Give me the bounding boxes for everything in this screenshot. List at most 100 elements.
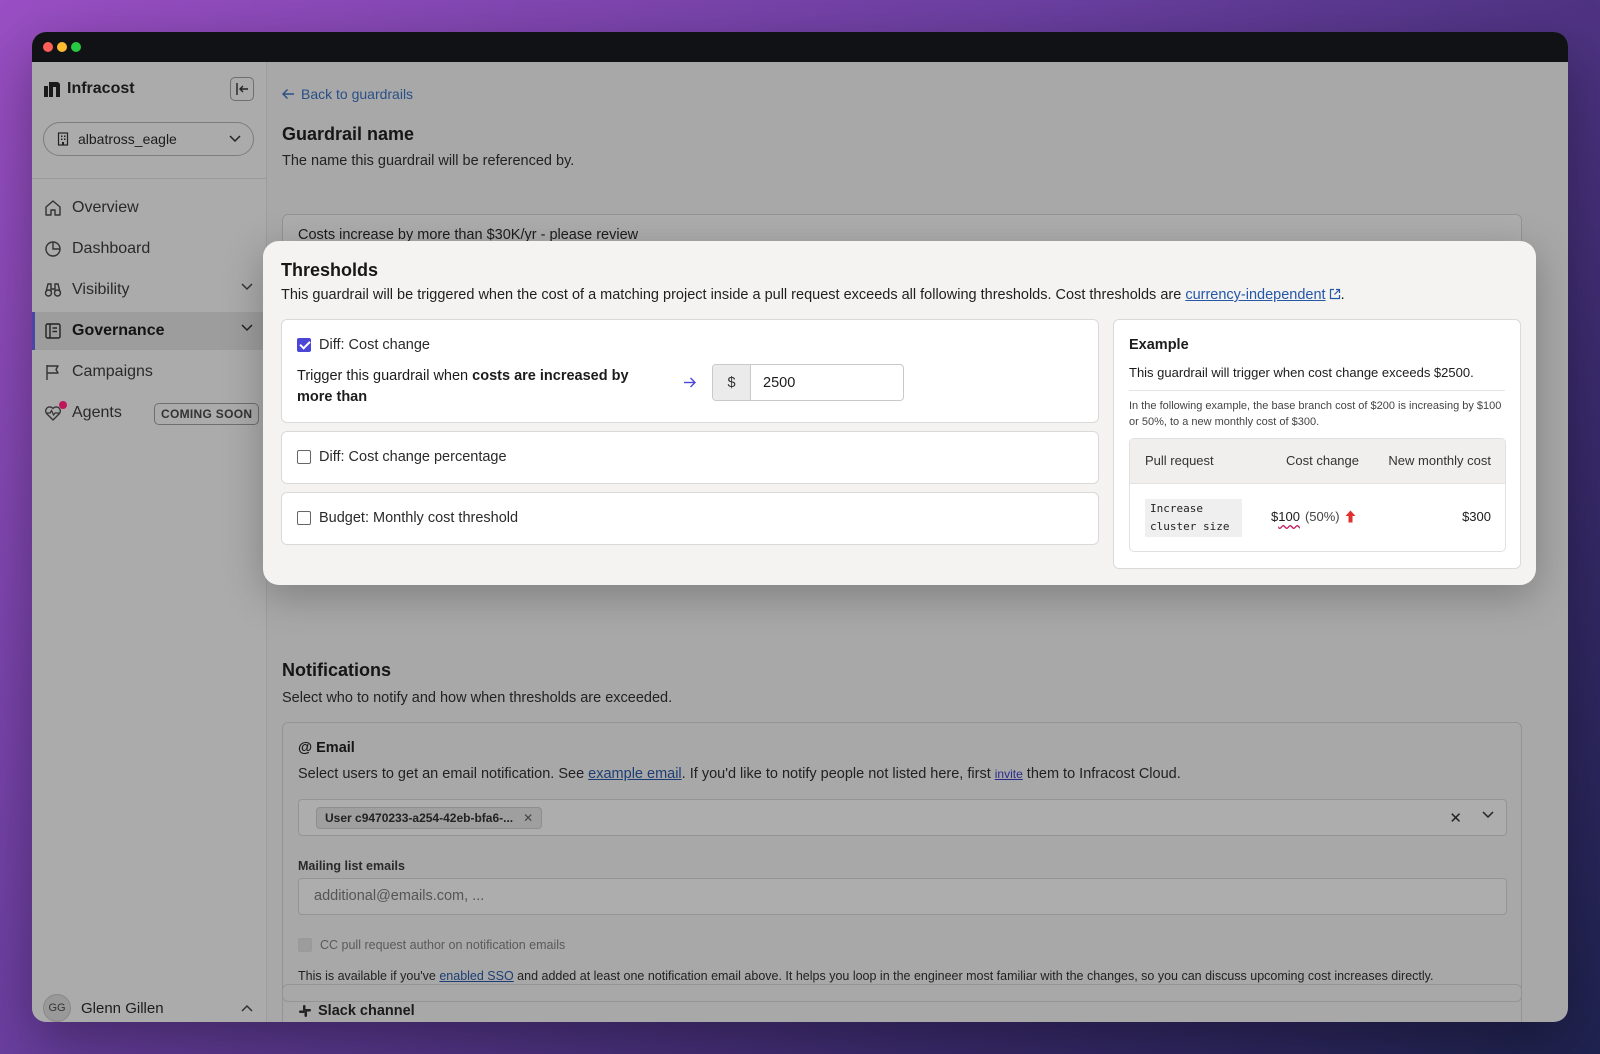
back-link-label: Back to guardrails [301,86,414,102]
monthly-budget-checkbox[interactable] [297,511,311,525]
back-to-guardrails-link[interactable]: Back to guardrails [282,86,413,102]
sidebar-item-label: Governance [72,322,165,339]
minimize-window-button[interactable] [57,42,67,52]
monthly-budget-card: Budget: Monthly cost threshold [281,492,1099,545]
mailing-list-input[interactable]: additional@emails.com, ... [298,878,1507,915]
sso-note-text: This is available if you've [298,969,440,983]
thresholds-desc-end: . [1340,287,1345,303]
threshold-amount-input[interactable]: $ 2500 [712,364,904,401]
arrow-right-icon [683,375,696,391]
infracost-logo-icon [44,82,60,97]
cost-change-percentage-card: Diff: Cost change percentage [281,431,1099,484]
pie-chart-icon [45,241,61,257]
column-header: Cost change [1286,453,1359,468]
cc-author-label: CC pull request author on notification e… [320,938,566,952]
slack-icon [299,1005,311,1017]
title-bar [32,32,1568,62]
chevron-down-icon[interactable] [1482,811,1494,819]
cost-change-percentage-option[interactable]: Diff: Cost change percentage [297,449,507,465]
chip-label: User c9470233-a254-42eb-bfa6-... [325,811,514,825]
example-title: Example [1129,337,1189,353]
currency-independent-link[interactable]: currency-independent [1185,287,1340,303]
remove-chip-icon[interactable]: ✕ [523,811,533,825]
example-table: Pull request Cost change New monthly cos… [1129,438,1506,552]
user-name: Glenn Gillen [81,999,164,1017]
notification-dot [59,401,67,409]
slack-section-title: Slack channel [298,1003,415,1019]
threshold-value[interactable]: 2500 [751,365,903,400]
notifications-desc: Select who to notify and how when thresh… [282,690,673,706]
user-menu[interactable]: GG Glenn Gillen [43,992,255,1022]
maximize-window-button[interactable] [71,42,81,52]
building-icon [57,132,69,146]
email-desc-text: Select users to get an email notificatio… [298,766,589,782]
cost-change-amount: $100 [1271,509,1300,524]
enabled-sso-link[interactable]: enabled SSO [439,969,513,983]
example-note: In the following example, the base branc… [1129,400,1502,428]
example-divider [1129,390,1505,391]
cost-change-percentage-label: Diff: Cost change percentage [319,449,507,465]
sidebar-nav: Overview Dashboard Visibility Governance… [32,189,267,435]
brand[interactable]: Infracost [43,80,135,98]
home-icon [45,200,61,216]
cost-change-card: Diff: Cost change Trigger this guardrail… [281,319,1099,423]
email-section-title: @ Email [298,740,355,756]
avatar: GG [43,994,71,1022]
collapse-sidebar-button[interactable] [230,77,254,101]
currency-prefix: $ [713,365,751,400]
cc-author-checkbox[interactable] [298,938,312,952]
table-row: Increase cluster size $100 (50%) $300 [1130,484,1505,551]
thresholds-desc-text: This guardrail will be triggered when th… [281,287,1186,303]
org-name: albatross_eagle [78,131,177,147]
sidebar-item-governance[interactable]: Governance [32,312,267,350]
sidebar: Infracost albatross_eagle Overview Dashb… [32,62,267,1022]
thresholds-title: Thresholds [281,260,379,280]
org-selector[interactable]: albatross_eagle [43,122,254,156]
sidebar-item-campaigns[interactable]: Campaigns [32,353,267,391]
column-header: Pull request [1145,453,1214,468]
external-link-icon [1329,288,1340,300]
sidebar-item-label: Visibility [72,281,130,298]
user-multi-select[interactable]: User c9470233-a254-42eb-bfa6-... ✕ ✕ [298,799,1507,836]
invite-link[interactable]: invite [995,767,1023,781]
column-header: New monthly cost [1388,453,1491,468]
arrow-left-icon [282,89,294,99]
selected-user-chip: User c9470233-a254-42eb-bfa6-... ✕ [316,807,543,829]
email-notification-card: @ Email Select users to get an email not… [282,722,1522,1002]
email-desc-text: them to Infracost Cloud. [1022,766,1181,782]
sidebar-item-visibility[interactable]: Visibility [32,271,267,309]
cost-change-checkbox[interactable] [297,338,311,352]
monthly-budget-option[interactable]: Budget: Monthly cost threshold [297,510,518,526]
pull-request-name: Increase cluster size [1145,499,1242,537]
document-list-icon [45,323,61,339]
cost-change-percentage-checkbox[interactable] [297,450,311,464]
notifications-title: Notifications [282,660,392,680]
email-desc: Select users to get an email notificatio… [298,766,1181,782]
at-sign-icon: @ [298,740,313,756]
sidebar-item-overview[interactable]: Overview [32,189,267,227]
cost-change-label: Diff: Cost change [319,337,430,353]
sidebar-item-label: Overview [72,199,139,216]
sidebar-item-label: Dashboard [72,240,151,257]
example-email-link[interactable]: example email [588,766,682,782]
monthly-budget-label: Budget: Monthly cost threshold [319,510,519,526]
mailing-list-label: Mailing list emails [298,859,405,873]
sidebar-item-dashboard[interactable]: Dashboard [32,230,267,268]
sso-note: This is available if you've enabled SSO … [298,969,1433,983]
sidebar-item-agents[interactable]: Agents COMING SOON [32,394,267,432]
close-window-button[interactable] [43,42,53,52]
cost-change-option[interactable]: Diff: Cost change [297,337,430,353]
trigger-prefix: Trigger this guardrail when [297,368,473,384]
slack-title-label: Slack channel [318,1003,415,1019]
sidebar-item-label: Agents [72,404,122,421]
thresholds-panel: Thresholds This guardrail will be trigge… [263,241,1536,585]
currency-link-label: currency-independent [1185,287,1326,303]
cost-change-cell: $100 (50%) [1271,509,1356,524]
arrow-up-icon [1345,510,1356,523]
coming-soon-badge: COMING SOON [154,403,260,425]
brand-name: Infracost [67,80,135,97]
trigger-description: Trigger this guardrail when costs are in… [297,366,667,408]
example-summary: This guardrail will trigger when cost ch… [1129,365,1474,380]
clear-selection-icon[interactable]: ✕ [1449,809,1462,827]
flag-icon [46,365,59,380]
